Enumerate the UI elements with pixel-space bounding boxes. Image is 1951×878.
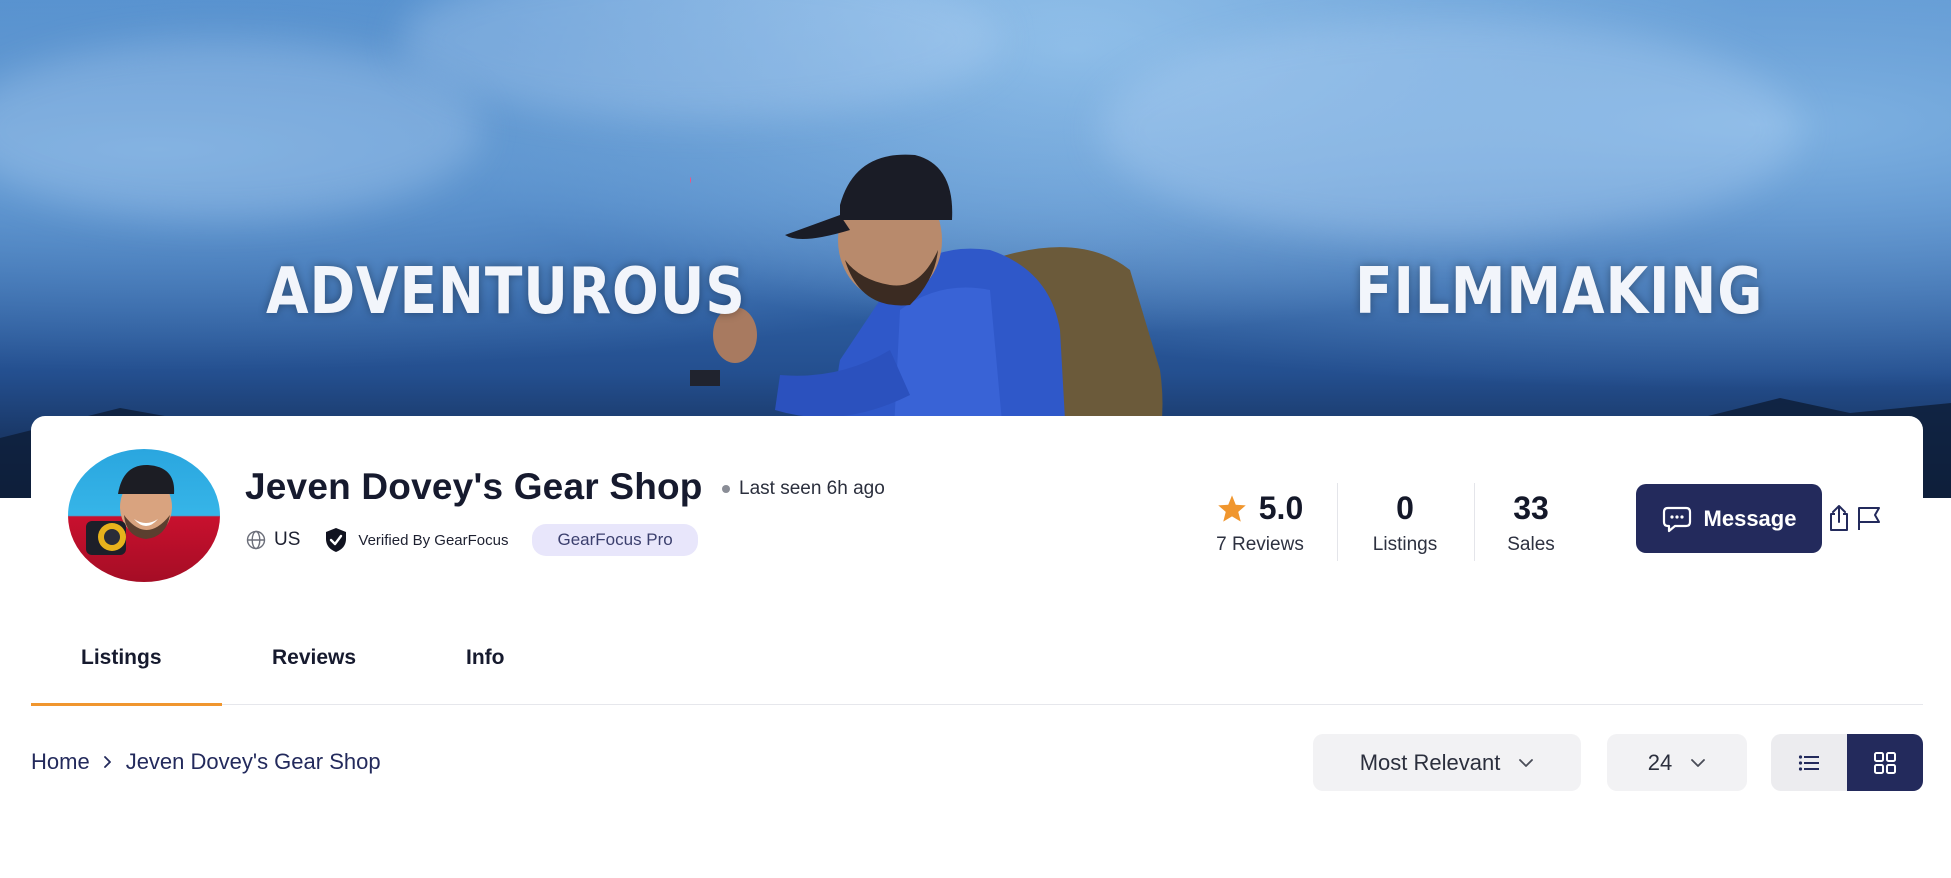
country-label: US bbox=[274, 529, 301, 550]
breadcrumb-current: Jeven Dovey's Gear Shop bbox=[125, 749, 381, 774]
active-tab-indicator bbox=[31, 703, 222, 706]
chevron-down-icon bbox=[1691, 758, 1706, 767]
per-page-select[interactable]: 24 bbox=[1607, 734, 1747, 791]
breadcrumb: Home Jeven Dovey's Gear Shop bbox=[31, 749, 381, 775]
sales-value: 33 bbox=[1513, 490, 1549, 526]
last-seen-status: Last seen 6h ago bbox=[722, 478, 885, 500]
banner-text-right: FILMMAKING bbox=[1355, 255, 1764, 329]
country: US bbox=[246, 529, 300, 551]
list-icon bbox=[1798, 754, 1819, 771]
stat-divider bbox=[1474, 483, 1475, 561]
shield-check-icon bbox=[326, 528, 347, 552]
breadcrumb-home[interactable]: Home bbox=[31, 749, 90, 775]
message-label: Message bbox=[1703, 505, 1797, 531]
rating-value: 5.0 bbox=[1258, 490, 1304, 526]
sort-select[interactable]: Most Relevant bbox=[1313, 734, 1581, 791]
pro-badge: GearFocus Pro bbox=[532, 524, 698, 556]
last-seen-text: Last seen 6h ago bbox=[739, 478, 885, 499]
verified-badge: Verified By GearFocus bbox=[324, 527, 508, 553]
stat-divider bbox=[1337, 483, 1338, 561]
view-toggle bbox=[1771, 734, 1923, 791]
star-icon bbox=[1218, 494, 1246, 522]
sort-value: Most Relevant bbox=[1359, 749, 1501, 775]
rating-stat[interactable]: 5.0 7 Reviews bbox=[1190, 490, 1330, 556]
reviews-count: 7 Reviews bbox=[1216, 534, 1304, 555]
status-dot-icon bbox=[722, 485, 730, 493]
profile-meta: US Verified By GearFocus GearFocus Pro bbox=[246, 524, 698, 556]
tab-listings[interactable]: Listings bbox=[81, 646, 162, 670]
per-page-value: 24 bbox=[1647, 749, 1673, 775]
grid-view-button[interactable] bbox=[1847, 734, 1923, 791]
chevron-right-icon bbox=[103, 756, 111, 768]
share-icon bbox=[1830, 505, 1848, 531]
message-button[interactable]: Message bbox=[1636, 484, 1822, 553]
tab-info[interactable]: Info bbox=[466, 646, 504, 670]
chat-bubble-icon bbox=[1662, 506, 1691, 532]
list-view-button[interactable] bbox=[1771, 734, 1847, 791]
report-button[interactable] bbox=[1856, 503, 1884, 533]
listings-value: 0 bbox=[1396, 490, 1414, 526]
chevron-down-icon bbox=[1519, 758, 1534, 767]
listings-label: Listings bbox=[1372, 534, 1438, 555]
sales-label: Sales bbox=[1507, 534, 1555, 555]
tab-reviews[interactable]: Reviews bbox=[272, 646, 356, 670]
verified-label: Verified By GearFocus bbox=[358, 531, 509, 549]
flag-icon bbox=[1858, 507, 1880, 530]
shop-name: Jeven Dovey's Gear Shop bbox=[245, 466, 703, 507]
shop-tabs: Listings Reviews Info bbox=[31, 614, 1923, 706]
globe-icon bbox=[246, 530, 266, 550]
listings-stat: 0 Listings bbox=[1350, 490, 1460, 556]
grid-icon bbox=[1874, 751, 1896, 774]
share-button[interactable] bbox=[1825, 503, 1853, 533]
avatar bbox=[68, 449, 220, 582]
banner-text-left: ADVENTUROUS bbox=[266, 255, 746, 329]
sales-stat: 33 Sales bbox=[1490, 490, 1572, 556]
